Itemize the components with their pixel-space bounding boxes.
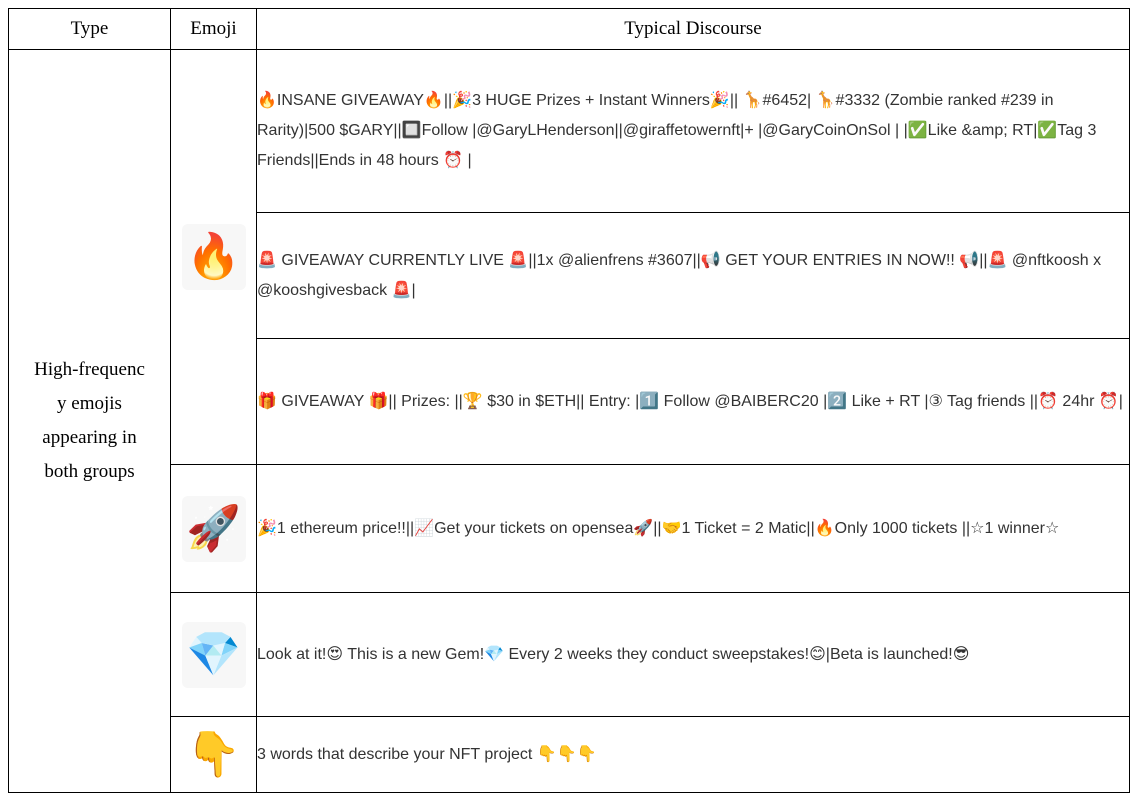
discourse-text: 🔥INSANE GIVEAWAY🔥||🎉3 HUGE Prizes + Inst…	[256, 49, 1130, 213]
emoji-cell-fire: 🔥	[170, 49, 257, 465]
rocket-icon: 🚀	[181, 495, 246, 562]
header-type: Type	[8, 8, 171, 50]
header-discourse: Typical Discourse	[256, 8, 1130, 50]
table-row: High-frequenc y emojis appearing in both…	[8, 49, 1130, 793]
table-row: 💎 Look at it!😍 This is a new Gem!💎 Every…	[9, 592, 1130, 717]
discourse-text: 🚨 GIVEAWAY CURRENTLY LIVE 🚨||1x @alienfr…	[256, 212, 1130, 339]
header-emoji: Emoji	[170, 8, 257, 50]
emoji-discourse-table: Type Emoji Typical Discourse High-freque…	[8, 8, 1130, 793]
gem-icon: 💎	[181, 621, 246, 688]
header-row: Type Emoji Typical Discourse	[8, 8, 1130, 50]
discourse-text: 🎉1 ethereum price!!||📈Get your tickets o…	[256, 464, 1130, 593]
discourse-text: 3 words that describe your NFT project 👇…	[256, 716, 1130, 793]
emoji-cell-pointing-down: 👇	[170, 716, 257, 793]
type-cell: High-frequenc y emojis appearing in both…	[8, 49, 171, 793]
discourse-text: Look at it!😍 This is a new Gem!💎 Every 2…	[256, 592, 1130, 717]
emoji-cell-rocket: 🚀	[170, 464, 257, 593]
pointing-down-icon: 👇	[186, 728, 241, 780]
type-label: High-frequenc y emojis appearing in both…	[34, 359, 145, 482]
emoji-cell-gem: 💎	[170, 592, 257, 717]
table-row: 👇 3 words that describe your NFT project…	[9, 716, 1130, 793]
discourse-text: 🎁 GIVEAWAY 🎁|| Prizes: ||🏆 $30 in $ETH||…	[256, 338, 1130, 465]
table-row: 🚀 🎉1 ethereum price!!||📈Get your tickets…	[9, 464, 1130, 593]
fire-icon: 🔥	[181, 224, 246, 290]
